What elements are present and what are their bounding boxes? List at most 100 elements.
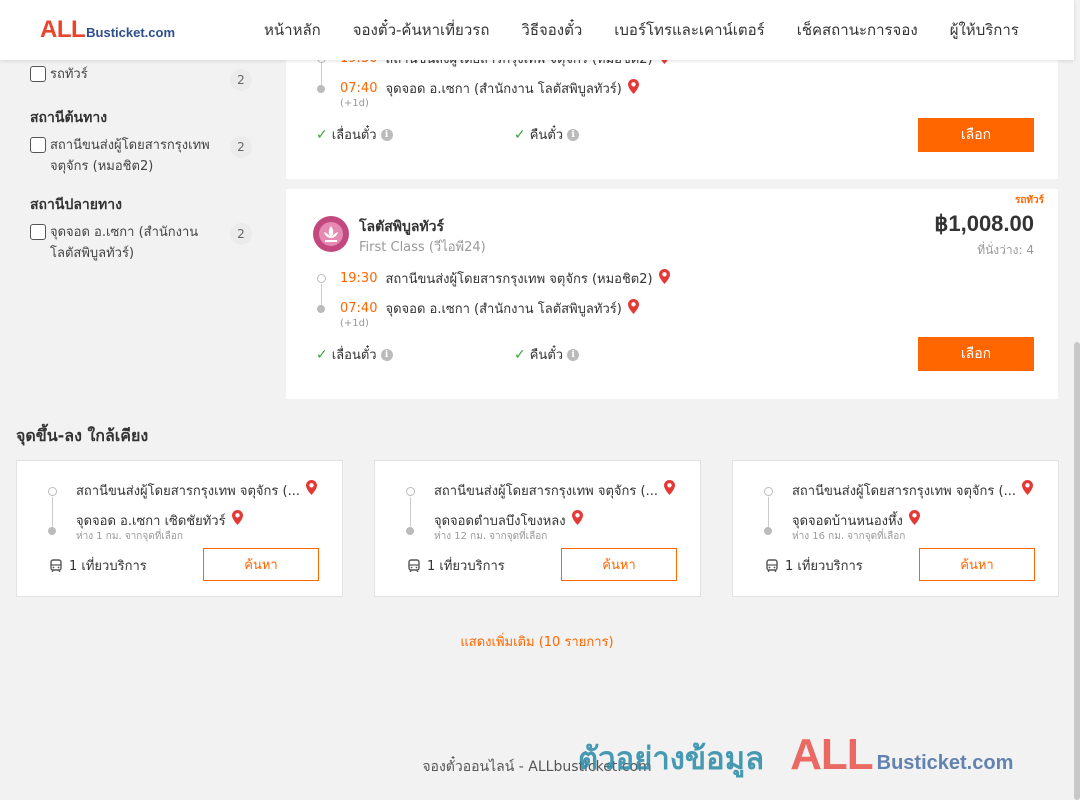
filter-option-destination[interactable]: จุดจอด อ.เซกา (สำนักงาน โลตัสพิบูลทัวร์)… (30, 222, 260, 264)
nearby-card-1: สถานีขนส่งผู้โดยสารกรุงเทพ จตุจักร (... … (16, 460, 343, 597)
logo-rest: Busticket.com (86, 25, 176, 40)
checkbox[interactable] (30, 137, 46, 153)
to-dot (764, 527, 772, 535)
to-label: จุดจอดตำบลบึงโขงหลง (434, 514, 566, 529)
nearby-distance: ห่าง 16 กม. จากจุดที่เลือก (792, 531, 906, 542)
bus-class: First Class (วีไอพี24) (359, 240, 486, 255)
feature-label: คืนตั๋ว (529, 128, 564, 143)
arrive-stop: 07:40 จุดจอด อ.เซกา (สำนักงาน โลตัสพิบูล… (340, 78, 639, 99)
nav-booking-status[interactable]: เช็คสถานะการจอง (781, 18, 934, 42)
nav-operators[interactable]: ผู้ให้บริการ (934, 18, 1035, 42)
watermark: ตัวอย่างข้อมูล ALL Busticket.com (578, 730, 1013, 783)
nav-book-search[interactable]: จองตั๋ว-ค้นหาเที่ยวรถ (337, 18, 506, 42)
nearby-trips: 1 เที่ยวบริการ (765, 555, 863, 576)
map-pin-icon[interactable] (305, 480, 317, 499)
operator-name: โลตัสพิบูลทัวร์ (359, 219, 445, 235)
route-line (52, 497, 53, 527)
nearby-to: จุดจอดตำบลบึงโขงหลง (434, 510, 583, 531)
feature-refund-ticket: ✓ คืนตั๋ว i (514, 124, 580, 145)
nearby-to: จุดจอด อ.เซกา เซิดชัยทัวร์ (76, 510, 243, 531)
watermark-all: ALL (790, 730, 874, 779)
map-pin-icon[interactable] (663, 480, 675, 499)
nearby-from: สถานีขนส่งผู้โดยสารกรุงเทพ จตุจักร (... (76, 480, 317, 501)
scrollbar-thumb[interactable] (1074, 342, 1080, 800)
feature-label: เลื่อนตั๋ว (331, 348, 377, 363)
filter-label: สถานีขนส่งผู้โดยสารกรุงเทพ จตุจักร (หมอช… (50, 138, 210, 174)
map-pin-icon[interactable] (627, 79, 639, 98)
destination-heading: สถานีปลายทาง (30, 197, 122, 213)
arrive-stop: 07:40 จุดจอด อ.เซกา (สำนักงาน โลตัสพิบูล… (340, 298, 639, 319)
count-badge: 2 (230, 223, 252, 245)
nav-home[interactable]: หน้าหลัก (248, 18, 337, 42)
trips-label: 1 เที่ยวบริการ (785, 559, 863, 574)
nearby-search-button[interactable]: ค้นหา (203, 548, 319, 581)
map-pin-icon[interactable] (627, 299, 639, 318)
nearby-distance: ห่าง 1 กม. จากจุดที่เลือก (76, 531, 183, 542)
origin-heading: สถานีต้นทาง (30, 110, 108, 126)
nearby-trips: 1 เที่ยวบริการ (49, 555, 147, 576)
nearby-card-2: สถานีขนส่งผู้โดยสารกรุงเทพ จตุจักร (... … (374, 460, 701, 597)
trips-label: 1 เที่ยวบริการ (69, 559, 147, 574)
from-label: สถานีขนส่งผู้โดยสารกรุงเทพ จตุจักร (... (792, 484, 1016, 499)
info-icon[interactable]: i (380, 348, 393, 361)
check-icon: ✓ (514, 126, 526, 143)
map-pin-icon[interactable] (1021, 480, 1033, 499)
bus-type-tag: รถทัวร์ (1014, 195, 1044, 206)
check-icon: ✓ (316, 346, 328, 363)
trip-card-1: 19:30 สถานีขนส่งผู้โดยสารกรุงเทพ จตุจักร… (286, 44, 1058, 179)
filter-option-origin[interactable]: สถานีขนส่งผู้โดยสารกรุงเทพ จตุจักร (หมอช… (30, 135, 260, 177)
arrive-station: จุดจอด อ.เซกา (สำนักงาน โลตัสพิบูลทัวร์) (385, 302, 622, 317)
checkbox[interactable] (30, 224, 46, 240)
count-badge: 2 (230, 69, 252, 91)
nearby-search-button[interactable]: ค้นหา (919, 548, 1035, 581)
site-header: ALL Busticket.com หน้าหลัก จองตั๋ว-ค้นหา… (0, 0, 1074, 60)
nearby-distance: ห่าง 12 กม. จากจุดที่เลือก (434, 531, 548, 542)
map-pin-icon[interactable] (231, 510, 243, 529)
depart-stop: 19:30 สถานีขนส่งผู้โดยสารกรุงเทพ จตุจักร… (340, 268, 670, 289)
arrive-time: 07:40 (340, 301, 378, 316)
select-trip-button[interactable]: เลือก (918, 337, 1034, 371)
info-icon[interactable]: i (567, 128, 580, 141)
nav-contact-counters[interactable]: เบอร์โทรและเคาน์เตอร์ (598, 18, 780, 42)
from-dot (406, 487, 415, 496)
trips-label: 1 เที่ยวบริการ (427, 559, 505, 574)
trip-card-2: รถทัวร์ โลตัสพิบูลทัวร์ First Class (วีไ… (286, 189, 1058, 399)
feature-label: เลื่อนตั๋ว (331, 128, 377, 143)
site-logo[interactable]: ALL Busticket.com (40, 18, 175, 42)
filter-option-bus-type[interactable]: รถทัวร์ 2 (30, 64, 260, 91)
count-badge: 2 (230, 136, 252, 158)
info-icon[interactable]: i (567, 348, 580, 361)
arrive-dot (317, 305, 325, 313)
to-dot (406, 527, 414, 535)
from-dot (48, 487, 57, 496)
from-label: สถานีขนส่งผู้โดยสารกรุงเทพ จตุจักร (... (76, 484, 300, 499)
checkbox[interactable] (30, 66, 46, 82)
nearby-title: จุดขึ้น-ลง ใกล้เคียง (16, 426, 149, 445)
info-icon[interactable]: i (380, 128, 393, 141)
depart-time: 19:30 (340, 271, 378, 286)
logo-all: ALL (40, 16, 86, 43)
to-label: จุดจอดบ้านหนองหึ้ง (792, 514, 903, 529)
map-pin-icon[interactable] (658, 269, 670, 288)
day-offset: (+1d) (340, 98, 369, 109)
operator-logo (313, 216, 349, 252)
nearby-from: สถานีขนส่งผู้โดยสารกรุงเทพ จตุจักร (... (792, 480, 1033, 501)
nearby-search-button[interactable]: ค้นหา (561, 548, 677, 581)
show-more-link[interactable]: แสดงเพิ่มเติม (10 รายการ) (0, 631, 1074, 652)
map-pin-icon[interactable] (571, 510, 583, 529)
to-label: จุดจอด อ.เซกา เซิดชัยทัวร์ (76, 514, 226, 529)
select-trip-button[interactable]: เลือก (918, 118, 1034, 152)
main-nav: หน้าหลัก จองตั๋ว-ค้นหาเที่ยวรถ วิธีจองตั… (248, 0, 1035, 60)
nearby-trips: 1 เที่ยวบริการ (407, 555, 505, 576)
from-dot (764, 487, 773, 496)
filter-label: จุดจอด อ.เซกา (สำนักงาน โลตัสพิบูลทัวร์) (50, 225, 199, 261)
seats-available: ที่นั่งว่าง: 4 (977, 243, 1034, 257)
page-scrollbar[interactable] (1074, 0, 1080, 800)
feature-refund-ticket: ✓ คืนตั๋ว i (514, 344, 580, 365)
depart-dot (317, 274, 326, 283)
to-dot (48, 527, 56, 535)
route-line (768, 497, 769, 527)
nav-how-to-book[interactable]: วิธีจองตั๋ว (505, 18, 598, 42)
map-pin-icon[interactable] (908, 510, 920, 529)
from-label: สถานีขนส่งผู้โดยสารกรุงเทพ จตุจักร (... (434, 484, 658, 499)
